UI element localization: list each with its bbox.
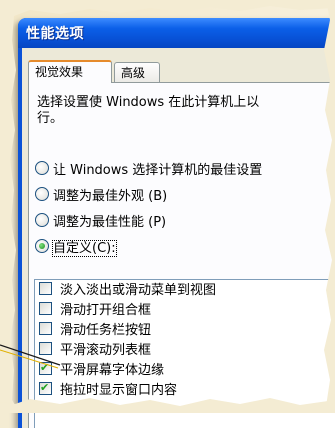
tab-visual-effects[interactable]: 视觉效果 xyxy=(28,60,112,83)
